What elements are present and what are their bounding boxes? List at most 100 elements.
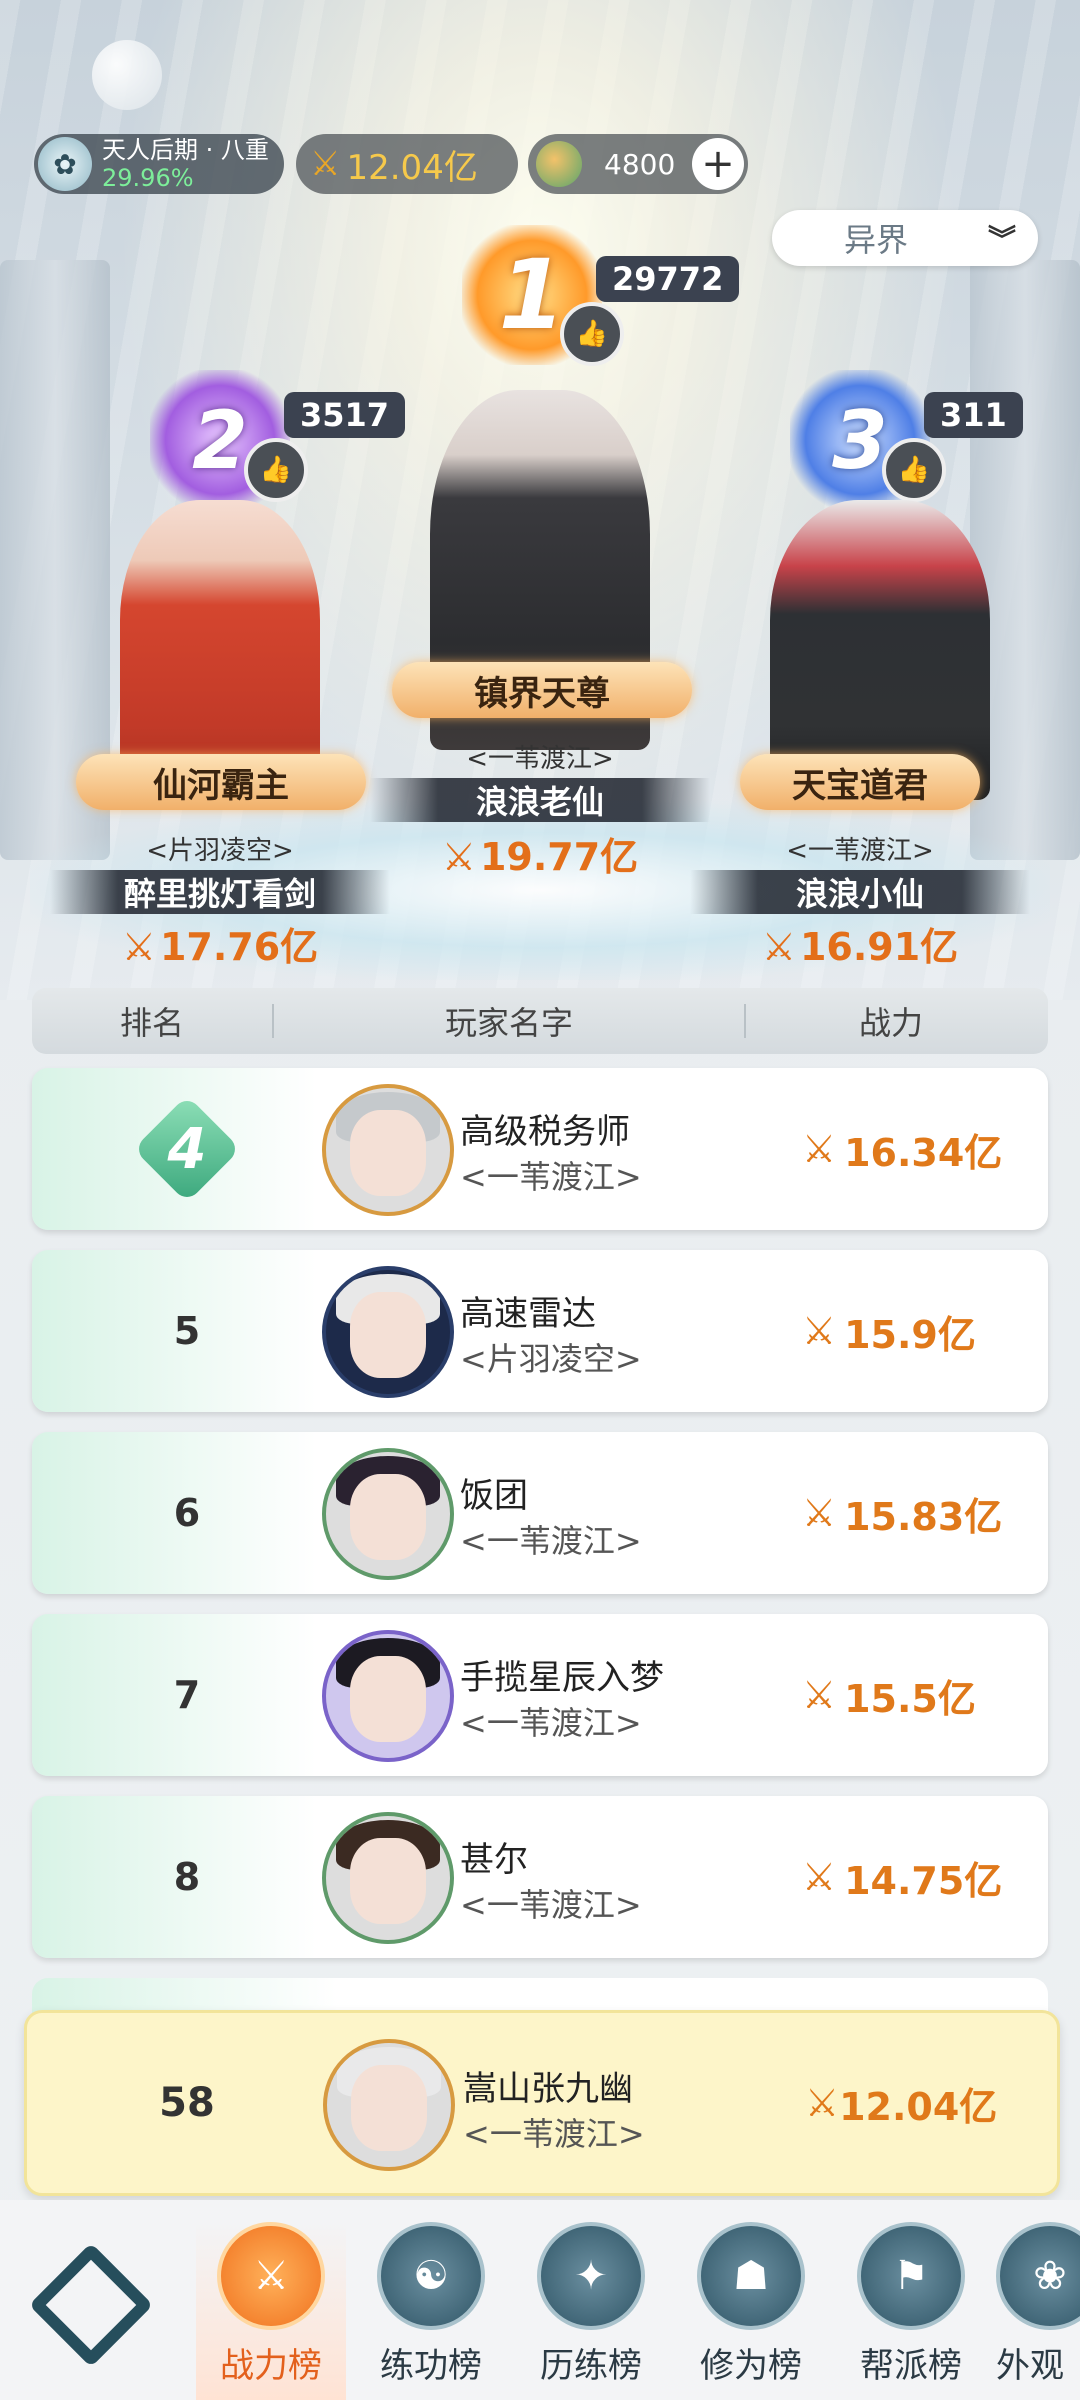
realm-status[interactable]: ✿ 天人后期 · 八重 29.96% — [34, 134, 284, 194]
header-player-name: 玩家名字 — [444, 1004, 573, 1042]
table-row[interactable]: 8 甚尔 <一苇渡江> ⚔ 14.75亿 — [32, 1796, 1048, 1958]
table-row[interactable]: 4 高级税务师 <一苇渡江> ⚔ 16.34亿 — [32, 1068, 1048, 1230]
tab-label: 外观 — [996, 2346, 1064, 2386]
chevron-down-icon: ︾ — [987, 223, 1016, 256]
realm-avatar-icon: ✿ — [38, 137, 92, 191]
tab-power-ranking[interactable]: ⚔ 战力榜 — [196, 2222, 346, 2400]
rank-3-likes: 311 — [924, 392, 1023, 438]
appearance-icon: ❀ — [996, 2222, 1080, 2330]
rank-2-likes: 3517 — [284, 392, 406, 438]
header-power: 战力 — [858, 1004, 923, 1042]
tab-cultivation-ranking[interactable]: ☗ 修为榜 — [676, 2222, 826, 2400]
rank-3-power: ⚔ 16.91亿 — [761, 925, 959, 969]
tab-appearance-ranking[interactable]: ❀ 外观 — [996, 2222, 1080, 2400]
thumbs-up-icon[interactable]: 👍 — [244, 438, 308, 502]
crossed-swords-icon: ⚔ — [802, 1127, 837, 1171]
rank-2-power: ⚔ 17.76亿 — [121, 925, 319, 969]
rank-3-guild: <一苇渡江> — [786, 836, 934, 866]
thumbs-up-icon[interactable]: 👍 — [882, 438, 946, 502]
crossed-swords-icon: ⚔ — [802, 1673, 837, 1717]
crossed-swords-icon: ⚔ — [802, 1855, 837, 1899]
realm-label: 天人后期 · 八重 — [102, 136, 269, 164]
self-power: ⚔ 12.04亿 — [805, 2081, 998, 2129]
table-row[interactable]: 5 高速雷达 <片羽凌空> ⚔ 15.9亿 — [32, 1250, 1048, 1412]
row-rank: 7 — [173, 1673, 201, 1717]
banner-icon: ⚑ — [857, 2222, 965, 2330]
rank-2-name: 醉里挑灯看剑 — [50, 870, 390, 914]
row-rank: 5 — [173, 1309, 201, 1353]
crossed-swords-icon: ⚔ — [805, 2081, 840, 2125]
yin-yang-icon: ☯ — [377, 2222, 485, 2330]
crossed-swords-icon: ⚔ — [441, 835, 476, 879]
player-name: 手揽星辰入梦 — [460, 1658, 664, 1698]
tab-training-ranking[interactable]: ☯ 练功榜 — [356, 2222, 506, 2400]
row-rank: 8 — [173, 1855, 201, 1899]
crossed-swords-icon: ⚔ — [217, 2222, 325, 2330]
realm-percent: 29.96% — [102, 164, 194, 192]
self-rank: 58 — [159, 2080, 215, 2126]
tab-guild-ranking[interactable]: ⚑ 帮派榜 — [836, 2222, 986, 2400]
row-rank: 6 — [173, 1491, 201, 1535]
crossed-swords-icon: ⚔ — [802, 1491, 837, 1535]
rank-2-guild: <片羽凌空> — [146, 836, 294, 866]
self-guild: <一苇渡江> — [463, 2115, 645, 2153]
self-name: 嵩山张九幽 — [463, 2069, 633, 2109]
tab-label: 修为榜 — [700, 2346, 802, 2386]
leaderboard-header: 排名 玩家名字 战力 — [32, 988, 1048, 1054]
player-name: 甚尔 — [460, 1840, 528, 1880]
player-name: 高级税务师 — [460, 1112, 630, 1152]
menu-logo-icon[interactable] — [28, 2242, 154, 2368]
tab-label: 练功榜 — [380, 2346, 482, 2386]
compass-star-icon: ✦ — [537, 2222, 645, 2330]
server-select[interactable]: 异界 ︾ — [772, 210, 1038, 266]
header-rank: 排名 — [119, 1004, 184, 1042]
avatar[interactable] — [323, 2039, 455, 2171]
player-name: 高速雷达 — [460, 1294, 596, 1334]
rank-3-name: 浪浪小仙 — [690, 870, 1030, 914]
rank-2-title: 仙河霸主 — [76, 754, 366, 810]
rank-1-guild: <一苇渡江> — [466, 744, 614, 774]
tab-label: 帮派榜 — [860, 2346, 962, 2386]
crossed-swords-icon: ⚔ — [121, 925, 156, 969]
add-currency-button[interactable]: + — [692, 138, 744, 190]
self-rank-row[interactable]: 58 嵩山张九幽 <一苇渡江> ⚔ 12.04亿 — [24, 2010, 1060, 2196]
avatar[interactable] — [322, 1084, 454, 1216]
player-power: ⚔ 15.83亿 — [802, 1491, 1003, 1539]
avatar[interactable] — [322, 1812, 454, 1944]
bottom-nav: ⚔ 战力榜 ☯ 练功榜 ✦ 历练榜 ☗ 修为榜 ⚑ 帮派榜 ❀ 外观 — [0, 2200, 1080, 2400]
rank-3-title: 天宝道君 — [740, 754, 980, 810]
player-guild: <一苇渡江> — [460, 1886, 642, 1924]
row-rank: 4 — [112, 1068, 262, 1230]
player-guild: <一苇渡江> — [460, 1158, 642, 1196]
rank-1-name: 浪浪老仙 — [370, 778, 710, 822]
rank-4-badge: 4 — [133, 1095, 241, 1203]
avatar[interactable] — [322, 1630, 454, 1762]
crossed-swords-icon: ⚔ — [761, 925, 796, 969]
player-power: ⚔ 14.75亿 — [802, 1855, 1003, 1903]
rank-1-likes: 29772 — [596, 256, 740, 302]
player-guild: <一苇渡江> — [460, 1522, 642, 1560]
player-guild: <片羽凌空> — [460, 1340, 642, 1378]
tab-label: 历练榜 — [540, 2346, 642, 2386]
player-guild: <一苇渡江> — [460, 1704, 642, 1742]
table-row[interactable]: 7 手揽星辰入梦 <一苇渡江> ⚔ 15.5亿 — [32, 1614, 1048, 1776]
server-select-value: 异界 — [844, 221, 909, 259]
tab-trial-ranking[interactable]: ✦ 历练榜 — [516, 2222, 666, 2400]
table-row[interactable]: 6 饭团 <一苇渡江> ⚔ 15.83亿 — [32, 1432, 1048, 1594]
bubble-icon[interactable] — [92, 40, 162, 110]
jade-value: 4800 — [604, 147, 676, 181]
tab-label: 战力榜 — [220, 2346, 322, 2386]
crossed-swords-icon: ⚔ — [310, 144, 341, 184]
hat-icon: ☗ — [697, 2222, 805, 2330]
rank-1-power: ⚔ 19.77亿 — [441, 835, 639, 879]
avatar[interactable] — [322, 1266, 454, 1398]
crossed-swords-icon: ⚔ — [802, 1309, 837, 1353]
thumbs-up-icon[interactable]: 👍 — [560, 302, 624, 366]
player-power: ⚔ 15.9亿 — [802, 1309, 976, 1357]
jade-icon — [536, 141, 582, 187]
player-name: 饭团 — [460, 1476, 528, 1516]
rank-1-title: 镇界天尊 — [392, 662, 692, 718]
avatar[interactable] — [322, 1448, 454, 1580]
power-value: 12.04亿 — [346, 147, 478, 188]
jade-currency: 4800 + — [528, 134, 748, 194]
